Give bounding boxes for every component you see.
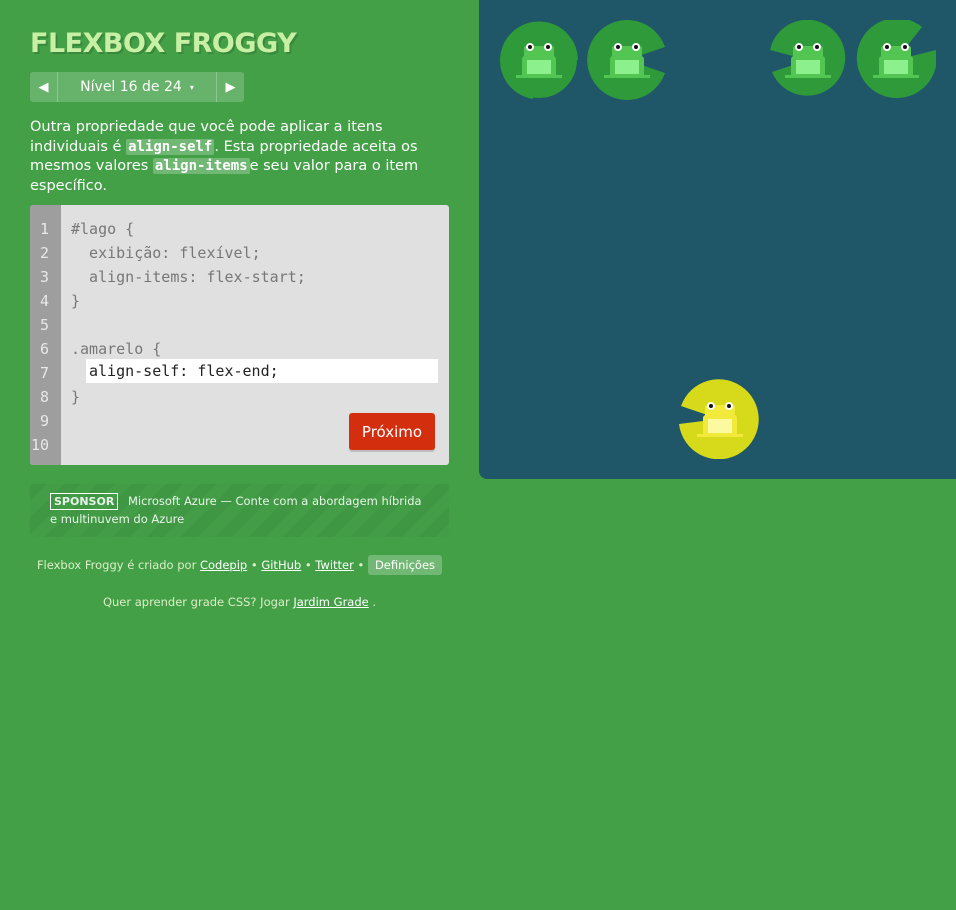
code-line: exibição: flexível; [71,244,261,262]
code-align-items: align-items [152,158,250,174]
code-line: align-items: flex-start; [71,268,306,286]
line-number: 2 [39,244,49,262]
lilypad-green-icon [768,20,848,100]
line-number-gutter: 1 2 3 4 5 6 7 8 9 10 [30,205,61,465]
code-line: .amarelo { [71,340,162,358]
triangle-right-icon: ▶ [225,79,236,95]
lilypad-green-icon [856,20,936,100]
line-number: 4 [39,292,49,310]
instructions: Outra propriedade que você pode aplicar … [30,118,449,196]
triangle-left-icon: ◀ [38,79,49,95]
css-code-input[interactable] [86,359,438,383]
line-number: 10 [30,436,49,454]
separator: • [247,558,262,572]
line-number: 3 [39,268,49,286]
sponsor-badge: SPONSOR [50,493,119,510]
level-navigation: ◀ Nível 16 de 24 ▾ ▶ [30,72,244,102]
caret-down-icon: ▾ [189,82,194,92]
codepip-link[interactable]: Codepip [200,558,247,572]
code-line: } [71,292,81,310]
settings-button[interactable]: Definições [367,555,443,575]
grid-prefix: Quer aprender grade CSS? Jogar [102,595,294,609]
pond-board [479,0,956,479]
previous-level-button[interactable]: ◀ [30,72,58,102]
lilypad-green-icon [587,20,667,100]
separator: • [301,558,316,572]
github-link[interactable]: GitHub [261,558,301,572]
sponsor-banner[interactable]: SPONSOR Microsoft Azure — Conte com a ab… [30,484,449,537]
lilypad-green-icon [499,20,579,100]
credit-prefix: Flexbox Froggy é criado por [36,558,200,572]
line-number: 1 [39,220,49,238]
level-indicator[interactable]: Nível 16 de 24 ▾ [58,72,216,102]
grid-garden-link[interactable]: Jardim Grade [293,595,368,609]
code-line: #lago { [71,220,135,238]
next-level-button[interactable]: ▶ [216,72,244,102]
code-line: } [71,388,81,406]
credits-line: Flexbox Froggy é criado por Codepip • Gi… [30,555,449,575]
lilypad-yellow-icon [679,379,759,459]
game-title: FLEXBOX FROGGY [30,28,297,59]
next-button[interactable]: Próximo [349,413,435,450]
grid-garden-line: Quer aprender grade CSS? Jogar Jardim Gr… [30,595,449,609]
code-editor: 1 2 3 4 5 6 7 8 9 10 #lago { exibição: f… [30,205,449,465]
line-number: 6 [39,340,49,358]
line-number: 8 [39,388,49,406]
line-number: 9 [39,412,49,430]
grid-suffix: . [368,595,377,609]
separator: • [353,558,368,572]
twitter-link[interactable]: Twitter [315,558,354,572]
code-align-self: align-self [126,138,215,155]
level-label: Nível 16 de 24 [80,79,182,95]
line-number: 5 [39,316,49,334]
line-number: 7 [39,364,49,382]
